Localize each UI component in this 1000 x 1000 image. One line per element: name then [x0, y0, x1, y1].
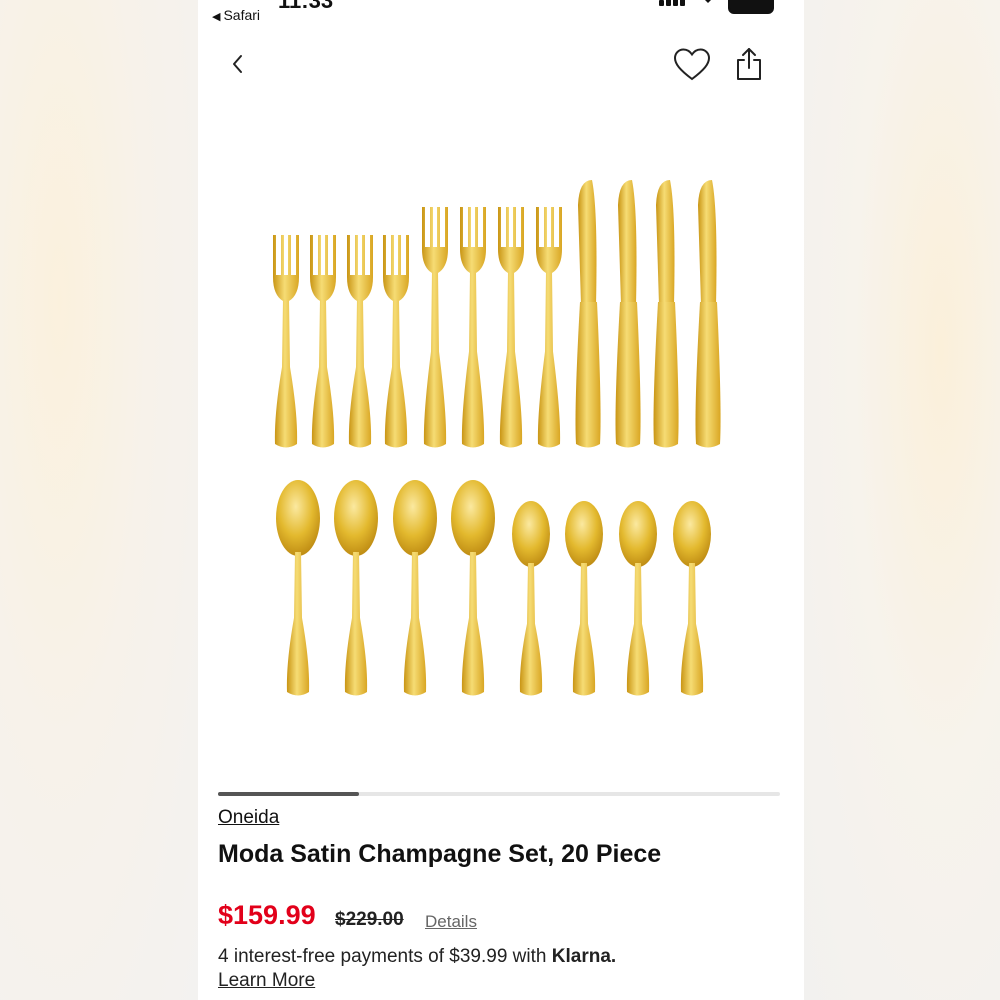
fork-head-1 — [273, 235, 299, 301]
spoon-bowl-6 — [565, 501, 603, 567]
knife-handle-2 — [615, 302, 641, 448]
knife-blade-1 — [578, 180, 597, 305]
back-triangle-icon: ◀ — [212, 11, 221, 23]
background-right — [804, 0, 1000, 1000]
flatware-set-illustration — [273, 180, 721, 696]
fork-handle-1 — [274, 299, 298, 448]
brand-link[interactable]: Oneida — [218, 807, 279, 829]
spoon-handle-8 — [680, 563, 704, 696]
chevron-left-icon — [233, 55, 242, 73]
price-details-link[interactable]: Details — [425, 912, 477, 932]
original-price: $229.00 — [335, 909, 404, 930]
fork-handle-2 — [311, 299, 335, 448]
fork-handle-3 — [348, 299, 372, 448]
fork-head-5 — [422, 207, 448, 273]
spoon-handle-1 — [286, 552, 310, 696]
spoon-bowl-8 — [673, 501, 711, 567]
status-icons — [659, 0, 774, 14]
background-left — [0, 0, 198, 1000]
fork-head-3 — [347, 235, 373, 301]
knife-handle-1 — [575, 302, 601, 448]
fork-head-6 — [460, 207, 486, 273]
heart-outline-icon — [673, 48, 711, 81]
spoon-bowl-2 — [334, 480, 378, 556]
learn-more-link[interactable]: Learn More — [218, 970, 315, 992]
spoon-handle-7 — [626, 563, 650, 696]
share-button[interactable] — [734, 46, 764, 82]
favorite-button[interactable] — [672, 46, 712, 84]
fork-head-7 — [498, 207, 524, 273]
battery-icon — [728, 0, 774, 14]
spoon-bowl-5 — [512, 501, 550, 567]
product-image[interactable] — [258, 170, 738, 710]
spoon-bowl-7 — [619, 501, 657, 567]
spoon-bowl-4 — [451, 480, 495, 556]
image-carousel-progress — [218, 792, 780, 796]
fork-handle-7 — [499, 271, 523, 448]
knife-blade-4 — [698, 180, 717, 305]
spoon-handle-6 — [572, 563, 596, 696]
fork-handle-6 — [461, 271, 485, 448]
wifi-icon — [704, 0, 711, 3]
status-bar: ◀ Safari 11:33 — [198, 0, 804, 30]
back-to-app-link[interactable]: ◀ Safari — [212, 7, 260, 23]
product-page: ◀ Safari 11:33 Oneida Moda Satin Champag… — [198, 0, 804, 1000]
spoon-handle-3 — [403, 552, 427, 696]
fork-head-8 — [536, 207, 562, 273]
back-app-label: Safari — [223, 7, 261, 23]
spoon-handle-2 — [344, 552, 368, 696]
share-icon — [737, 48, 761, 80]
fork-handle-8 — [537, 271, 561, 448]
klarna-logo: Klarna. — [551, 946, 617, 967]
fork-handle-4 — [384, 299, 408, 448]
spoon-bowl-3 — [393, 480, 437, 556]
signal-icon — [659, 0, 687, 6]
klarna-installments: 4 interest-free payments of $39.99 with … — [218, 946, 616, 968]
spoon-bowl-1 — [276, 480, 320, 556]
spoon-handle-4 — [461, 552, 485, 696]
image-carousel-progress-fill — [218, 792, 359, 796]
installments-text: 4 interest-free payments of $39.99 with — [218, 946, 547, 967]
fork-head-2 — [310, 235, 336, 301]
status-time: 11:33 — [278, 0, 334, 13]
spoon-handle-5 — [519, 563, 543, 696]
knife-blade-3 — [656, 180, 675, 305]
fork-head-4 — [383, 235, 409, 301]
knife-handle-3 — [653, 302, 679, 448]
knife-handle-4 — [695, 302, 721, 448]
product-title: Moda Satin Champagne Set, 20 Piece — [218, 840, 662, 868]
fork-handle-5 — [423, 271, 447, 448]
back-button[interactable] — [224, 50, 252, 78]
knife-blade-2 — [618, 180, 637, 305]
sale-price: $159.99 — [218, 900, 316, 930]
